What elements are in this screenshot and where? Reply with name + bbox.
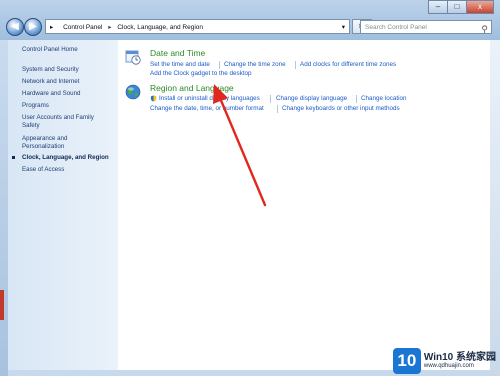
sidebar-item-hardware-sound[interactable]: Hardware and Sound	[22, 90, 114, 98]
link-install-uninstall-languages[interactable]: Install or uninstall display languages	[159, 95, 260, 102]
right-frame-edge	[490, 40, 500, 376]
shield-icon	[150, 95, 157, 102]
watermark-text: Win10 系统家园	[423, 352, 496, 363]
forward-button[interactable]: ▶	[24, 18, 42, 36]
minimize-button[interactable]: –	[428, 0, 448, 14]
link-set-time-date[interactable]: Set the time and date	[150, 61, 210, 68]
link-divider	[356, 95, 357, 103]
window-controls: – □ x	[428, 0, 494, 14]
address-root-icon: ▸	[50, 24, 54, 31]
close-button[interactable]: x	[466, 0, 494, 14]
link-change-display-language[interactable]: Change display language	[276, 95, 347, 102]
search-input[interactable]: Search Control Panel ⚲	[360, 20, 492, 34]
sidebar-item-system-security[interactable]: System and Security	[22, 66, 114, 74]
sidebar-item-network-internet[interactable]: Network and Internet	[22, 78, 114, 86]
sidebar-item-programs[interactable]: Programs	[22, 102, 114, 110]
link-add-clock-gadget[interactable]: Add the Clock gadget to the desktop	[150, 70, 252, 77]
sidebar-item-control-panel-home[interactable]: Control Panel Home	[22, 46, 114, 54]
link-divider	[295, 61, 296, 69]
link-divider	[270, 95, 271, 103]
link-change-time-zone[interactable]: Change the time zone	[224, 61, 286, 68]
link-add-clocks[interactable]: Add clocks for different time zones	[300, 61, 396, 68]
watermark-logo: 10	[392, 348, 421, 374]
address-bar[interactable]: ▸ Control Panel ▸ Clock, Language, and R…	[45, 19, 350, 34]
link-divider	[277, 105, 278, 113]
watermark: 10 Win10 系统家园 www.qdhuajin.com	[392, 348, 496, 374]
sidebar: Control Panel Home System and Security N…	[8, 40, 118, 370]
search-placeholder: Search Control Panel	[365, 24, 427, 31]
link-change-keyboards[interactable]: Change keyboards or other input methods	[282, 105, 400, 112]
window: – □ x ◀ ▶ ▸ Control Panel ▸ Clock, Langu…	[0, 0, 500, 376]
left-frame-edge	[0, 40, 8, 376]
region-language-title[interactable]: Region and Language	[150, 83, 234, 93]
left-red-marker	[0, 290, 4, 320]
link-divider	[219, 61, 220, 69]
sidebar-item-user-accounts[interactable]: User Accounts and Family Safety	[22, 114, 106, 129]
title-bar: – □ x ◀ ▶ ▸ Control Panel ▸ Clock, Langu…	[0, 0, 500, 40]
date-time-title[interactable]: Date and Time	[150, 48, 205, 58]
current-item-bullet-icon	[12, 156, 15, 159]
link-change-date-time-format[interactable]: Change the date, time, or number format	[150, 105, 264, 112]
globe-icon	[125, 84, 141, 100]
sidebar-item-ease-of-access[interactable]: Ease of Access	[22, 166, 114, 174]
breadcrumb-clock-language-region[interactable]: Clock, Language, and Region	[117, 24, 203, 31]
calendar-clock-icon	[125, 50, 141, 65]
watermark-url: www.qdhuajin.com	[423, 363, 474, 369]
search-icon[interactable]: ⚲	[481, 22, 488, 36]
back-button[interactable]: ◀	[6, 18, 24, 36]
address-dropdown-icon[interactable]: ▾	[342, 20, 345, 33]
sidebar-item-appearance[interactable]: Appearance and Personalization	[22, 135, 82, 150]
sidebar-item-clock-language-region[interactable]: Clock, Language, and Region	[22, 154, 114, 162]
breadcrumb-separator-icon: ▸	[108, 24, 112, 31]
maximize-button[interactable]: □	[447, 0, 467, 14]
breadcrumb-control-panel[interactable]: Control Panel	[63, 24, 102, 31]
content-pane: Date and Time Set the time and date Chan…	[118, 40, 490, 370]
link-change-location[interactable]: Change location	[361, 95, 407, 102]
